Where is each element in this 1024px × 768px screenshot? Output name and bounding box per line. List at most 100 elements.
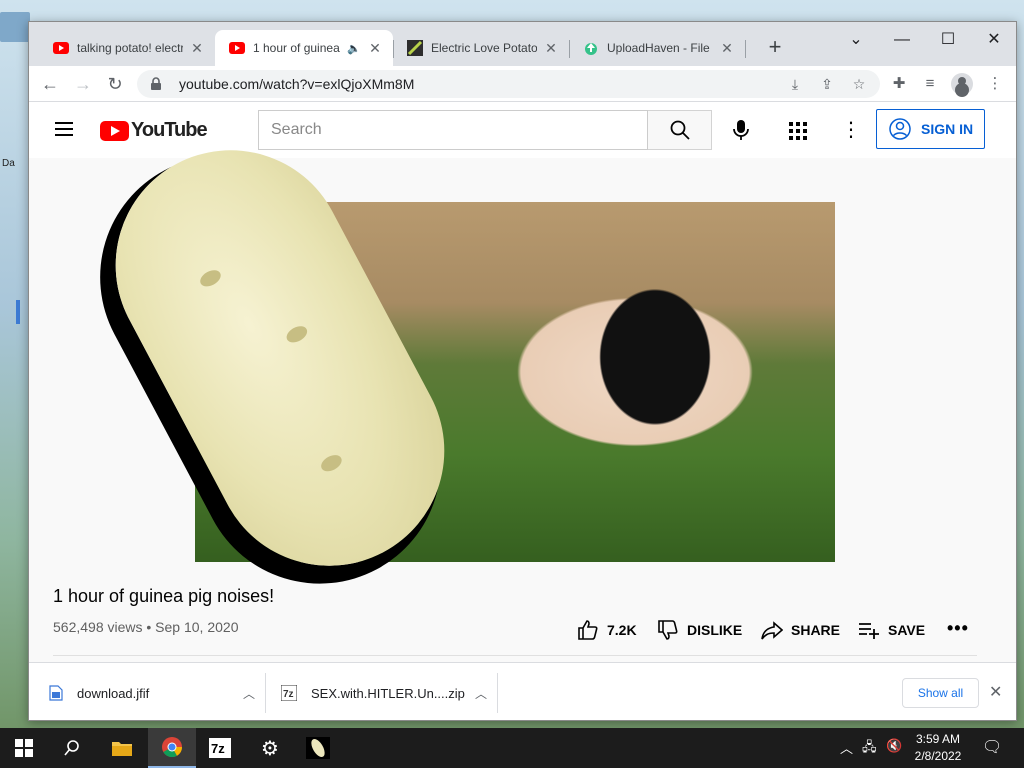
more-actions-icon[interactable]: ••• xyxy=(947,618,969,639)
tab-uploadhaven[interactable]: UploadHaven - File S ✕ xyxy=(569,30,745,66)
forward-button[interactable]: → xyxy=(71,72,95,96)
playlist-add-icon xyxy=(859,623,879,639)
show-all-button[interactable]: Show all xyxy=(902,678,979,708)
like-count: 7.2K xyxy=(607,622,637,638)
apps-grid-icon[interactable] xyxy=(789,122,807,140)
video-views-date: 562,498 views • Sep 10, 2020 xyxy=(53,619,239,635)
download-filename: SEX.with.HITLER.Un....zip xyxy=(311,685,465,701)
search-button[interactable] xyxy=(648,110,712,150)
chrome-menu-icon[interactable]: ⋮ xyxy=(985,74,1005,94)
close-tab-icon[interactable]: ✕ xyxy=(719,40,735,57)
download-shelf: download.jfif ︿ 7z SEX.with.HITLER.Un...… xyxy=(29,662,1016,720)
profile-avatar[interactable] xyxy=(951,73,973,95)
windows-taskbar: 7z ⚙ ︿ 🖧 🔇 3:59 AM 2/8/2022 🗨 xyxy=(0,728,1024,768)
tab-title: 1 hour of guinea xyxy=(253,41,340,55)
youtube-icon xyxy=(53,40,69,56)
bookmark-star-icon[interactable]: ☆ xyxy=(849,74,869,94)
notifications-icon[interactable]: 🗨 xyxy=(982,737,1002,757)
close-tab-icon[interactable]: ✕ xyxy=(543,40,559,57)
share-page-icon[interactable]: ⇪ xyxy=(817,74,837,94)
image-file-icon xyxy=(49,685,63,701)
save-button[interactable]: SAVE xyxy=(858,619,925,641)
video-title: 1 hour of guinea pig noises! xyxy=(53,586,275,606)
divider xyxy=(497,673,498,713)
microphone-icon[interactable] xyxy=(729,118,753,142)
download-item[interactable]: 7z SEX.with.HITLER.Un....zip ︿ xyxy=(281,663,487,720)
close-shelf-icon[interactable]: ✕ xyxy=(989,682,1002,702)
file-explorer-button[interactable] xyxy=(98,728,146,768)
youtube-wordmark: YouTube xyxy=(131,119,208,141)
search-icon xyxy=(670,120,690,140)
close-tab-icon[interactable]: ✕ xyxy=(189,40,205,57)
account-icon xyxy=(889,118,911,140)
taskbar-search-button[interactable] xyxy=(48,728,96,768)
potato-icon xyxy=(407,40,423,56)
dislike-label: DISLIKE xyxy=(687,622,743,638)
hamburger-menu-icon[interactable] xyxy=(55,122,73,136)
potato-spot xyxy=(318,451,345,475)
youtube-logo[interactable]: YouTube xyxy=(100,119,208,142)
chrome-taskbar-button[interactable] xyxy=(148,728,196,768)
start-button[interactable] xyxy=(0,728,48,768)
download-filename: download.jfif xyxy=(77,685,150,701)
extensions-icon[interactable]: ✚ xyxy=(889,74,909,94)
7zip-icon: 7z xyxy=(209,738,231,758)
browser-toolbar: ← → ↻ youtube.com/watch?v=exlQjoXMm8M ⤓ … xyxy=(29,66,1016,102)
potato-spot xyxy=(283,322,310,346)
url-text: youtube.com/watch?v=exlQjoXMm8M xyxy=(179,76,415,92)
tab-separator xyxy=(393,40,394,58)
save-label: SAVE xyxy=(888,622,926,638)
folder-icon xyxy=(112,742,132,756)
tab-strip: talking potato! electr ✕ 1 hour of guine… xyxy=(29,22,1016,66)
address-bar[interactable]: youtube.com/watch?v=exlQjoXMm8M xyxy=(137,70,880,98)
system-clock[interactable]: 3:59 AM 2/8/2022 xyxy=(908,731,968,765)
tab-search-icon[interactable]: ⌄ xyxy=(841,28,871,52)
uploadhaven-icon xyxy=(583,40,599,56)
share-label: SHARE xyxy=(791,622,841,638)
minimize-button[interactable]: — xyxy=(887,28,917,52)
dislike-button[interactable]: DISLIKE xyxy=(657,619,742,641)
tab-electric-love-potato[interactable]: Electric Love Potato ( ✕ xyxy=(393,30,569,66)
maximize-button[interactable]: ☐ xyxy=(933,28,963,52)
show-hidden-icons-chevron[interactable]: ︿ xyxy=(840,738,853,757)
like-button[interactable]: 7.2K xyxy=(577,619,637,641)
sign-in-button[interactable]: SIGN IN xyxy=(876,109,985,149)
desktop-selection-marker xyxy=(16,300,20,324)
network-icon[interactable]: 🖧 xyxy=(862,738,877,760)
youtube-play-icon xyxy=(100,120,129,141)
search-icon xyxy=(64,740,79,756)
potato-icon xyxy=(306,737,330,759)
divider xyxy=(265,673,266,713)
tab-guinea-pig[interactable]: 1 hour of guinea 🔈 ✕ xyxy=(215,30,393,66)
tab-separator xyxy=(569,40,570,58)
youtube-header: YouTube Search ⋮ SIGN IN xyxy=(29,102,1016,158)
back-button[interactable]: ← xyxy=(38,72,62,96)
speaker-icon[interactable]: 🔈 xyxy=(347,42,361,55)
download-item[interactable]: download.jfif ︿ xyxy=(49,663,255,720)
chevron-up-icon[interactable]: ︿ xyxy=(475,685,487,702)
thumbs-down-icon xyxy=(658,620,678,640)
new-tab-button[interactable]: + xyxy=(762,36,788,58)
close-window-button[interactable]: ✕ xyxy=(979,28,1009,52)
settings-taskbar-button[interactable]: ⚙ xyxy=(246,728,294,768)
share-arrow-icon xyxy=(761,621,783,640)
potato-app-taskbar-button[interactable] xyxy=(294,728,342,768)
lock-icon[interactable] xyxy=(149,77,163,91)
media-controls-icon[interactable]: ≡ xyxy=(920,74,940,94)
clock-date: 2/8/2022 xyxy=(914,749,962,763)
share-button[interactable]: SHARE xyxy=(761,619,840,641)
divider xyxy=(53,655,977,656)
settings-menu-icon[interactable]: ⋮ xyxy=(841,118,861,142)
reload-button[interactable]: ↻ xyxy=(103,72,127,96)
7zip-taskbar-button[interactable]: 7z xyxy=(196,728,244,768)
search-input[interactable]: Search xyxy=(258,110,648,150)
close-tab-icon[interactable]: ✕ xyxy=(367,40,383,57)
chevron-up-icon[interactable]: ︿ xyxy=(243,685,255,702)
thumbs-up-icon xyxy=(578,620,598,640)
desktop-icon[interactable] xyxy=(0,12,30,42)
7zip-file-icon: 7z xyxy=(281,685,297,701)
tab-talking-potato[interactable]: talking potato! electr ✕ xyxy=(39,30,215,66)
volume-muted-icon[interactable]: 🔇 xyxy=(886,738,902,754)
install-app-icon[interactable]: ⤓ xyxy=(785,74,805,94)
youtube-icon xyxy=(229,40,245,56)
